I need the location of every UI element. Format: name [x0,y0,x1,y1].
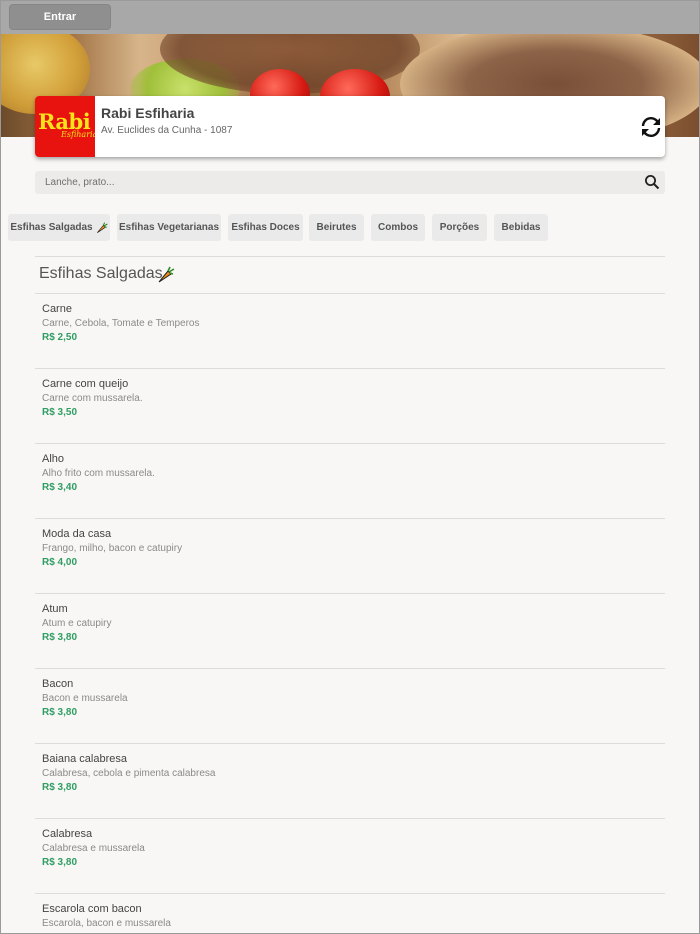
menu-item[interactable]: Moda da casa Frango, milho, bacon e catu… [35,518,665,593]
tab-combos[interactable]: Combos [371,214,425,241]
item-description: Bacon e mussarela [42,693,128,704]
login-button[interactable]: Entrar [9,4,111,30]
tab-bebidas[interactable]: Bebidas [494,214,548,241]
item-description: Calabresa, cebola e pimenta calabresa [42,768,216,779]
item-description: Frango, milho, bacon e catupiry [42,543,183,554]
item-name: Calabresa [42,828,93,840]
tab-esfihas-salgadas[interactable]: Esfihas Salgadas [8,214,110,241]
store-card: Rabi Esfiharia Rabi Esfiharia Av. Euclid… [35,96,665,157]
item-name: Baiana calabresa [42,753,128,765]
tab-esfihas-doces[interactable]: Esfihas Doces [228,214,303,241]
section-divider [35,256,665,257]
tab-porcoes[interactable]: Porções [432,214,487,241]
item-description: Carne, Cebola, Tomate e Temperos [42,318,200,329]
top-bar: Entrar [0,0,700,34]
tab-esfihas-vegetarianas[interactable]: Esfihas Vegetarianas [117,214,221,241]
item-price: R$ 2,50 [42,332,78,343]
item-price: R$ 3,50 [42,407,78,418]
item-name: Atum [42,603,68,615]
item-price: R$ 3,80 [42,707,78,718]
item-price: R$ 3,80 [42,857,78,868]
menu-item[interactable]: Escarola com bacon Escarola, bacon e mus… [35,893,665,934]
item-name: Escarola com bacon [42,903,142,915]
item-name: Alho [42,453,65,465]
logo-subtext: Esfiharia [61,130,95,139]
menu-item[interactable]: Carne com queijo Carne com mussarela. R$… [35,368,665,443]
store-logo: Rabi Esfiharia [35,96,95,157]
item-description: Atum e catupiry [42,618,112,629]
item-price: R$ 4,00 [42,557,78,568]
tab-beirutes[interactable]: Beirutes [309,214,364,241]
carrot-icon [96,221,108,233]
tab-label: Esfihas Salgadas [10,222,93,233]
search-bar [35,171,665,194]
store-address: Av. Euclides da Cunha - 1087 [101,125,233,136]
item-name: Bacon [42,678,74,690]
item-description: Calabresa e mussarela [42,843,145,854]
menu-item[interactable]: Bacon Bacon e mussarela R$ 3,80 [35,668,665,743]
menu-item[interactable]: Alho Alho frito com mussarela. R$ 3,40 [35,443,665,518]
section-title: Esfihas Salgadas [39,265,163,282]
item-name: Carne com queijo [42,378,129,390]
carrot-icon [158,266,175,283]
item-price: R$ 3,80 [42,632,78,643]
item-name: Carne [42,303,72,315]
search-input[interactable] [35,171,635,194]
menu-item[interactable]: Atum Atum e catupiry R$ 3,80 [35,593,665,668]
item-price: R$ 3,80 [42,782,78,793]
store-name: Rabi Esfiharia [101,105,195,121]
item-description: Alho frito com mussarela. [42,468,155,479]
item-price: R$ 3,40 [42,482,78,493]
menu-item[interactable]: Calabresa Calabresa e mussarela R$ 3,80 [35,818,665,893]
menu-item[interactable]: Carne Carne, Cebola, Tomate e Temperos R… [35,293,665,368]
item-description: Carne com mussarela. [42,393,143,404]
refresh-icon[interactable] [639,115,663,139]
item-name: Moda da casa [42,528,112,540]
search-icon[interactable] [644,174,660,190]
item-description: Escarola, bacon e mussarela [42,918,171,929]
menu-item[interactable]: Baiana calabresa Calabresa, cebola e pim… [35,743,665,818]
